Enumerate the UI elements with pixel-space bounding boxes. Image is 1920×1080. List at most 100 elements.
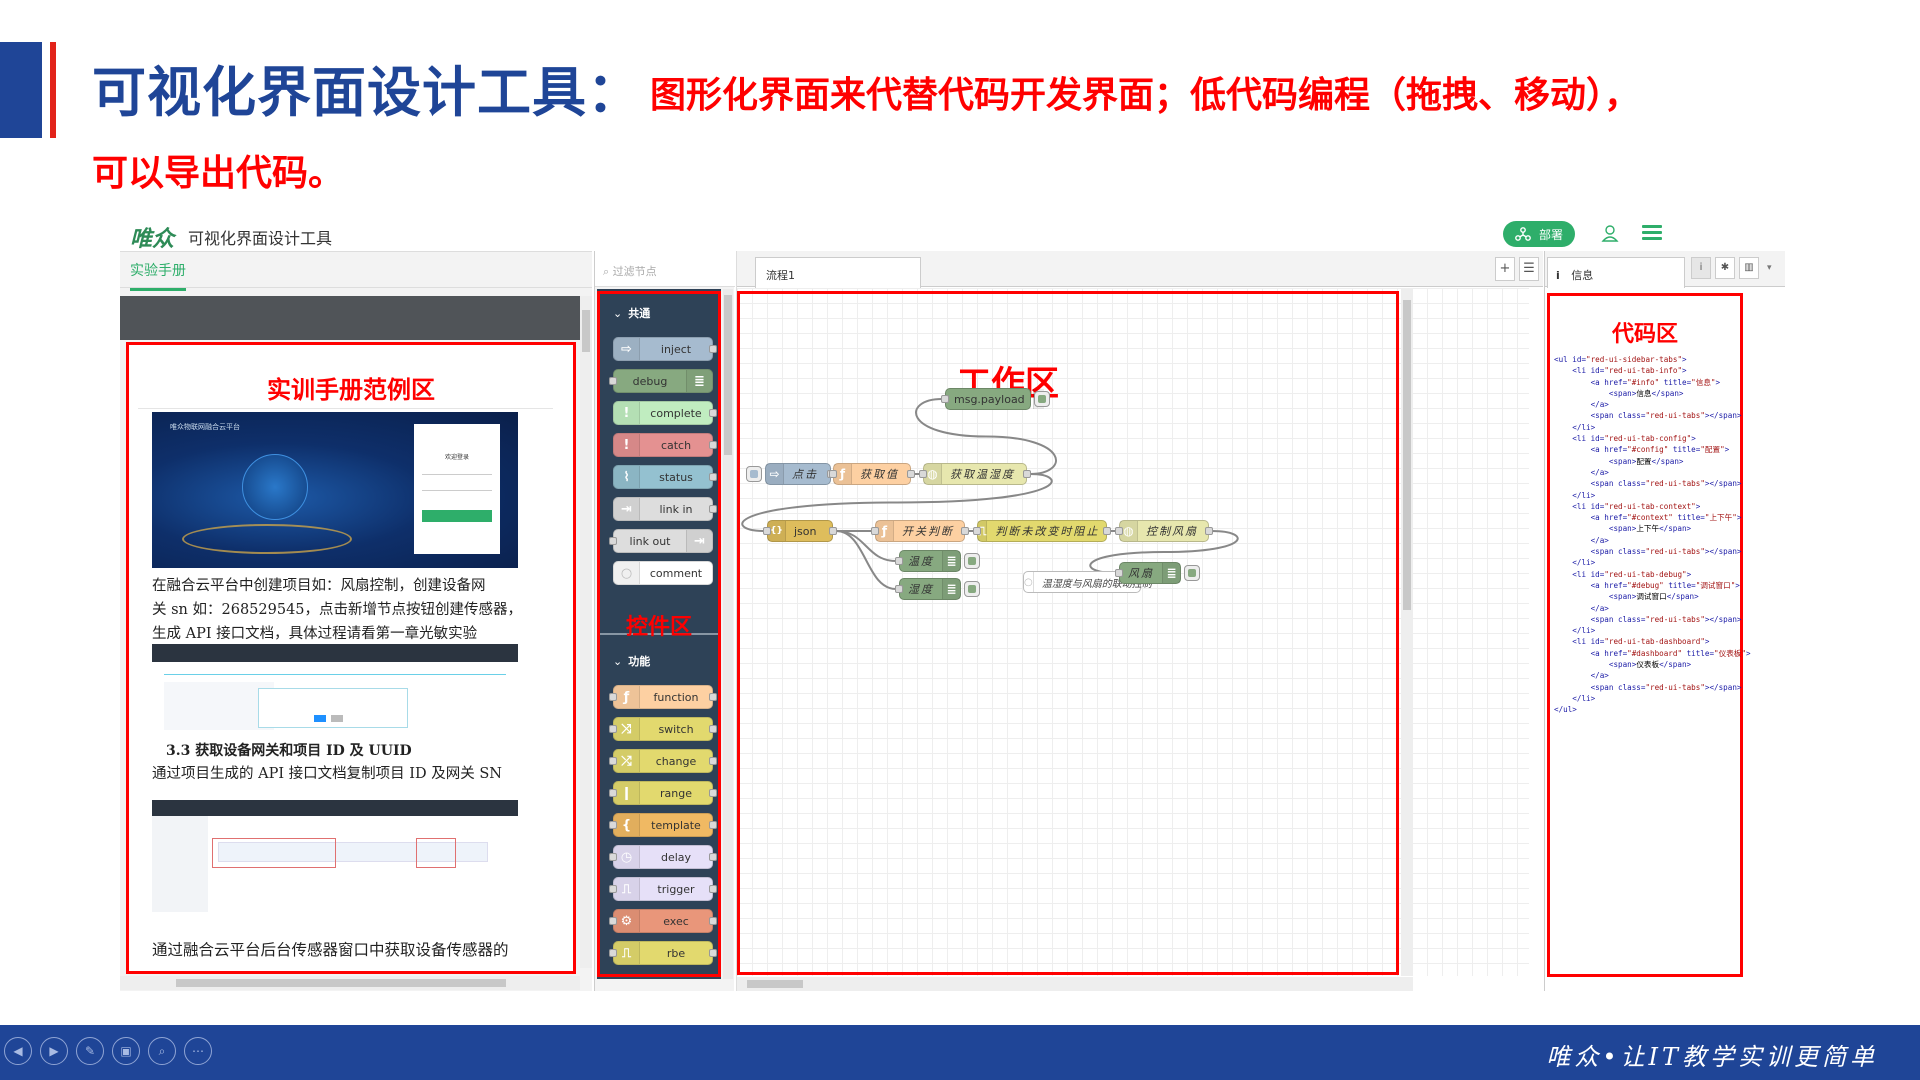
- input-port[interactable]: [609, 821, 617, 829]
- input-port[interactable]: [941, 395, 949, 403]
- sidebar-info-button[interactable]: i: [1691, 257, 1711, 279]
- output-port[interactable]: [709, 345, 717, 353]
- output-port[interactable]: [907, 470, 915, 478]
- tab-experiment-manual[interactable]: 实验手册: [130, 260, 186, 291]
- flow-node[interactable]: ƒ 开关判断: [871, 520, 969, 542]
- scroll-thumb[interactable]: [176, 979, 506, 987]
- input-port[interactable]: [609, 853, 617, 861]
- palette-node-rbe[interactable]: ⎍ rbe: [609, 941, 717, 965]
- output-port[interactable]: [709, 885, 717, 893]
- output-port[interactable]: [709, 949, 717, 957]
- node-toggle-button[interactable]: [746, 466, 762, 482]
- input-port[interactable]: [829, 470, 837, 478]
- palette-node-inject[interactable]: ⇨ inject: [613, 337, 717, 361]
- flow-node[interactable]: 风扇 ≣: [1115, 562, 1200, 584]
- flow-node[interactable]: ⇨ 点击: [746, 463, 835, 485]
- palette-node-switch[interactable]: ⤨ switch: [609, 717, 717, 741]
- palette-node-comment[interactable]: ○ comment: [613, 561, 713, 585]
- tab-flow-1[interactable]: 流程1: [755, 257, 921, 288]
- next-slide-button[interactable]: ▶: [40, 1037, 68, 1065]
- output-port[interactable]: [1205, 527, 1213, 535]
- input-port[interactable]: [1115, 527, 1123, 535]
- flow-node[interactable]: msg.payload≣: [941, 388, 1050, 410]
- flow-node[interactable]: 温度 ≣: [895, 550, 980, 572]
- output-port[interactable]: [709, 473, 717, 481]
- palette-node-complete[interactable]: ! complete: [613, 401, 717, 425]
- input-port[interactable]: [609, 693, 617, 701]
- output-port[interactable]: [709, 757, 717, 765]
- manual-vertical-scrollbar[interactable]: [580, 296, 592, 968]
- output-port[interactable]: [709, 789, 717, 797]
- pen-tool-button[interactable]: ✎: [76, 1037, 104, 1065]
- flow-node[interactable]: ◍ 控制风扇: [1115, 520, 1213, 542]
- flow-node[interactable]: ƒ 获取值: [829, 463, 915, 485]
- node-toggle-button[interactable]: [964, 581, 980, 597]
- input-port[interactable]: [895, 585, 903, 593]
- flow-node[interactable]: 湿度 ≣: [895, 578, 980, 600]
- user-icon[interactable]: [1600, 223, 1620, 243]
- flow-node[interactable]: ◍ 获取温湿度: [919, 463, 1031, 485]
- previous-slide-button[interactable]: ◀: [4, 1037, 32, 1065]
- palette-scrollbar[interactable]: [723, 289, 733, 979]
- input-port[interactable]: [609, 725, 617, 733]
- hamburger-menu-icon[interactable]: [1642, 225, 1662, 241]
- palette-node-status[interactable]: ⌇ status: [613, 465, 717, 489]
- palette-node-link-in[interactable]: ⇥ link in: [613, 497, 717, 521]
- output-port[interactable]: [709, 505, 717, 513]
- palette-node-debug[interactable]: debug ≣: [609, 369, 713, 393]
- output-port[interactable]: [709, 693, 717, 701]
- input-port[interactable]: [919, 470, 927, 478]
- palette-node-function[interactable]: ƒ function: [609, 685, 717, 709]
- palette-node-change[interactable]: ⤮ change: [609, 749, 717, 773]
- output-port[interactable]: [961, 527, 969, 535]
- palette-node-template[interactable]: {template: [609, 813, 717, 837]
- slide-overview-button[interactable]: ▣: [112, 1037, 140, 1065]
- node-toggle-button[interactable]: [964, 553, 980, 569]
- node-toggle-button[interactable]: [1184, 565, 1200, 581]
- workspace-horizontal-scrollbar[interactable]: [737, 977, 1413, 991]
- workspace-vertical-scrollbar[interactable]: [1401, 288, 1413, 976]
- zoom-button[interactable]: ⌕: [148, 1037, 176, 1065]
- palette-search-input[interactable]: ⌕ 过滤节点: [595, 251, 735, 287]
- add-flow-button[interactable]: +: [1495, 257, 1515, 281]
- palette-node-link-out[interactable]: link out ⇥: [609, 529, 713, 553]
- flow-node[interactable]: ⎍ 判断未改变时阻止: [973, 520, 1111, 542]
- input-port[interactable]: [973, 527, 981, 535]
- palette-node-catch[interactable]: ! catch: [613, 433, 717, 457]
- output-port[interactable]: [1023, 470, 1031, 478]
- output-port[interactable]: [709, 853, 717, 861]
- manual-horizontal-scrollbar[interactable]: [120, 976, 580, 990]
- input-port[interactable]: [871, 527, 879, 535]
- sidebar-debug-button[interactable]: ✱: [1715, 257, 1735, 279]
- palette-node-trigger[interactable]: ⎍ trigger: [609, 877, 717, 901]
- flow-node[interactable]: {} json: [763, 520, 837, 542]
- input-port[interactable]: [609, 949, 617, 957]
- input-port[interactable]: [609, 757, 617, 765]
- input-port[interactable]: [609, 885, 617, 893]
- output-port[interactable]: [709, 409, 717, 417]
- output-port[interactable]: [709, 441, 717, 449]
- palette-node-exec[interactable]: ⚙ exec: [609, 909, 717, 933]
- palette-node-range[interactable]: ǀ range: [609, 781, 717, 805]
- deploy-button[interactable]: 部署: [1503, 221, 1575, 247]
- node-toggle-button[interactable]: [1034, 391, 1050, 407]
- scroll-thumb[interactable]: [582, 310, 590, 352]
- category-header-function[interactable]: ⌄ 功能: [613, 653, 650, 669]
- scroll-thumb[interactable]: [724, 295, 732, 455]
- sidebar-dashboard-button[interactable]: ▥: [1739, 257, 1759, 279]
- flow-list-button[interactable]: ☰: [1519, 257, 1539, 281]
- palette-node-delay[interactable]: ◷ delay: [609, 845, 717, 869]
- category-header-common[interactable]: ⌄ 共通: [613, 305, 650, 321]
- tab-info[interactable]: i 信息: [1547, 257, 1685, 288]
- sidebar-dropdown-caret-icon[interactable]: ▾: [1767, 263, 1772, 273]
- input-port[interactable]: [895, 557, 903, 565]
- scroll-thumb[interactable]: [747, 980, 803, 988]
- output-port[interactable]: [1103, 527, 1111, 535]
- output-port[interactable]: [829, 527, 837, 535]
- scroll-thumb[interactable]: [1403, 300, 1411, 610]
- input-port[interactable]: [609, 917, 617, 925]
- output-port[interactable]: [709, 821, 717, 829]
- input-port[interactable]: [1115, 569, 1123, 577]
- input-port[interactable]: [609, 537, 617, 545]
- output-port[interactable]: [709, 917, 717, 925]
